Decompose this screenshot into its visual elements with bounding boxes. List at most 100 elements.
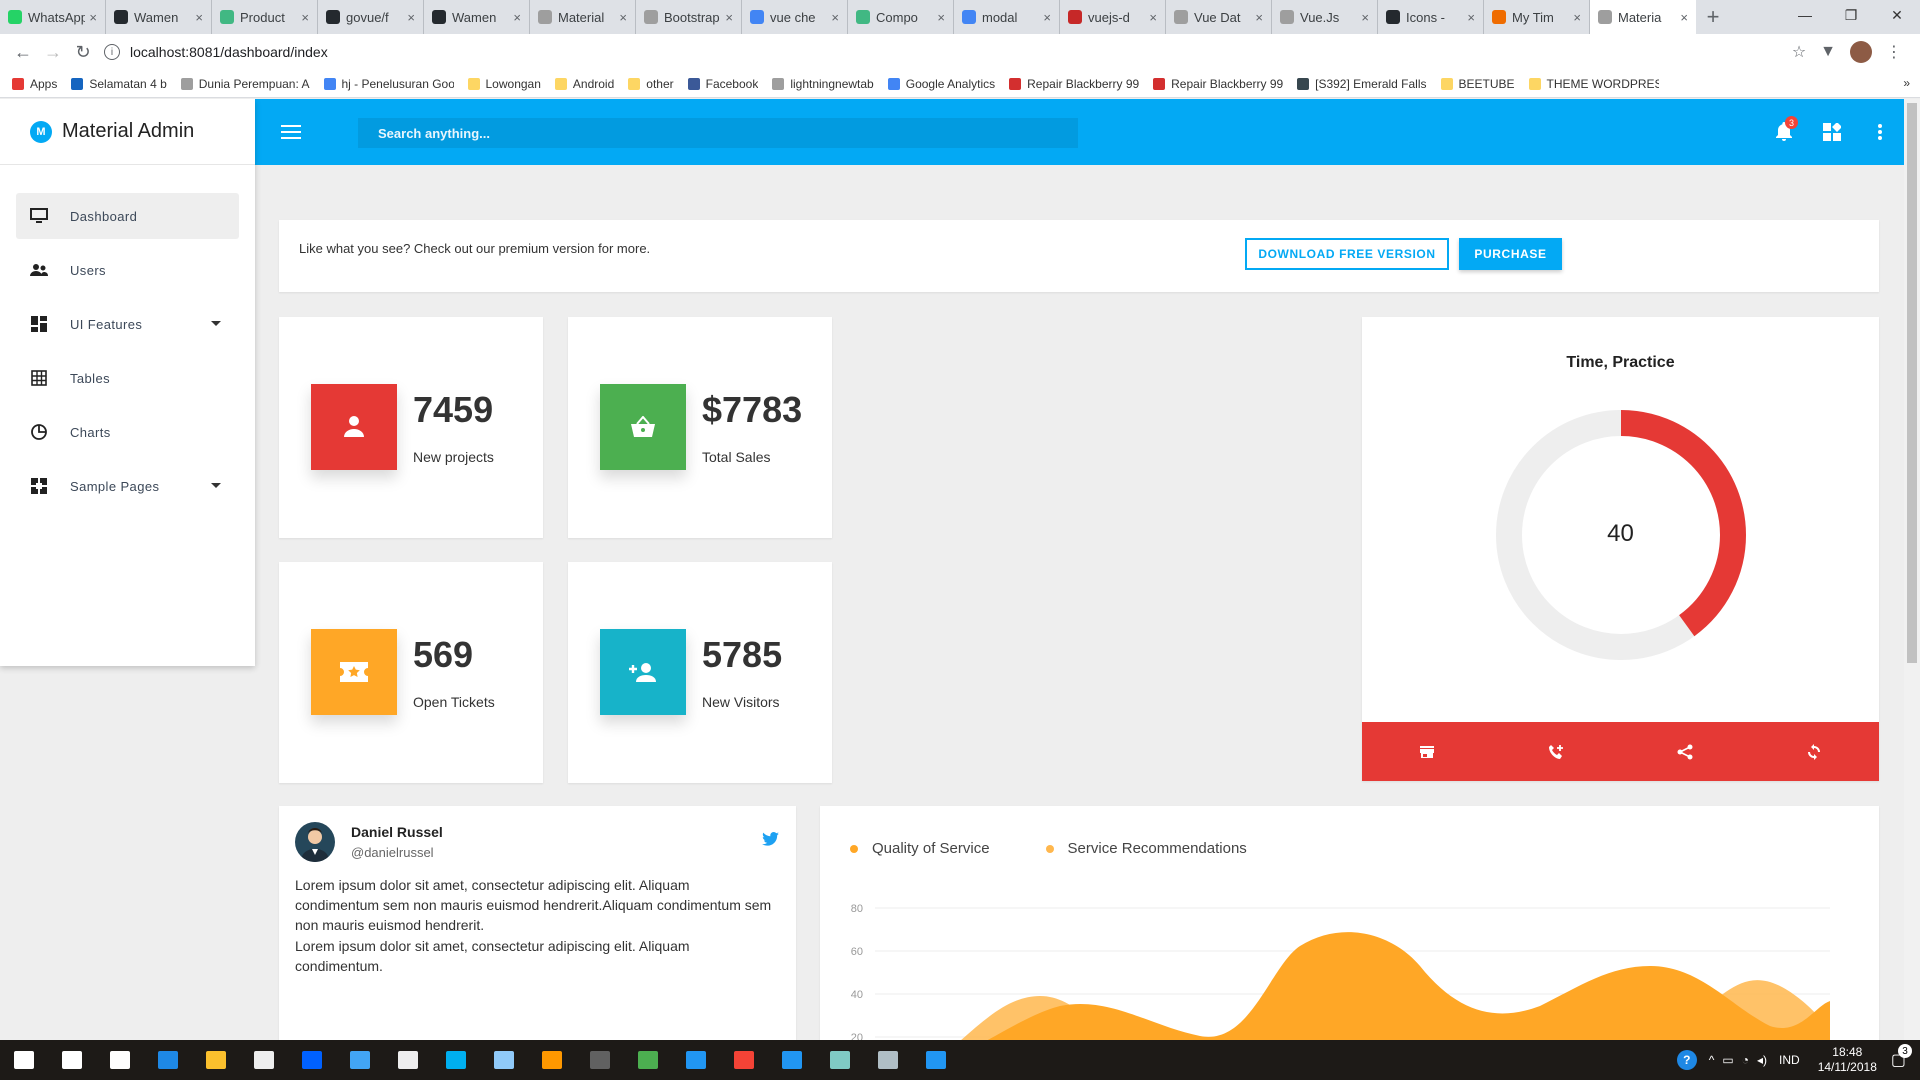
info-icon[interactable]: i — [104, 44, 120, 60]
app-icon[interactable] — [816, 1040, 864, 1080]
browser-tab[interactable]: WhatsApp × — [0, 0, 106, 34]
store-icon[interactable] — [1362, 722, 1491, 781]
bookmark-item[interactable]: Google Analytics — [887, 77, 995, 91]
tab-close-icon[interactable]: × — [301, 10, 309, 25]
clock[interactable]: 18:48 14/11/2018 — [1818, 1045, 1877, 1075]
tab-close-icon[interactable]: × — [831, 10, 839, 25]
apps-button[interactable] — [1808, 108, 1856, 156]
bookmark-item[interactable]: lightningnewtab — [772, 77, 874, 91]
browser-tab[interactable]: Vue.Js × — [1272, 0, 1378, 34]
browser-tab[interactable]: Compo × — [848, 0, 954, 34]
extension-icon[interactable]: ▼ — [1820, 43, 1836, 61]
browser-tab[interactable]: Vue Dat × — [1166, 0, 1272, 34]
tab-close-icon[interactable]: × — [1467, 10, 1475, 25]
battery-icon[interactable]: ▭ — [1722, 1053, 1733, 1067]
sidebar-item-link[interactable]: Tables — [16, 355, 239, 401]
edge-icon[interactable] — [144, 1040, 192, 1080]
browser-tab[interactable]: Wamen × — [424, 0, 530, 34]
browser-tab[interactable]: Product × — [212, 0, 318, 34]
terminal-icon[interactable] — [576, 1040, 624, 1080]
help-icon[interactable]: ? — [1676, 1050, 1697, 1070]
star-icon[interactable]: ☆ — [1792, 42, 1806, 62]
tab-close-icon[interactable]: × — [1255, 10, 1263, 25]
twitter-icon[interactable] — [762, 832, 779, 846]
store-icon[interactable] — [240, 1040, 288, 1080]
add-call-icon[interactable] — [1491, 722, 1620, 781]
url-field[interactable]: i localhost:8081/dashboard/index — [104, 38, 1792, 66]
ie-icon[interactable] — [672, 1040, 720, 1080]
bookmark-item[interactable]: THEME WORDPRESS — [1528, 77, 1659, 91]
dropbox-icon[interactable] — [288, 1040, 336, 1080]
browser-tab[interactable]: Icons - × — [1378, 0, 1484, 34]
new-tab-button[interactable]: + — [1696, 0, 1730, 34]
sync-icon[interactable] — [1750, 722, 1879, 781]
tray-expand-icon[interactable]: ^ — [1709, 1053, 1715, 1067]
tab-close-icon[interactable]: × — [407, 10, 415, 25]
back-icon[interactable]: ← — [8, 37, 38, 67]
chrome-icon[interactable] — [720, 1040, 768, 1080]
browser-tab[interactable]: Bootstrap × — [636, 0, 742, 34]
bookmark-item[interactable]: [S392] Emerald Falls — [1297, 77, 1427, 91]
bookmark-item[interactable]: Lowongan — [467, 77, 541, 91]
profile-avatar[interactable] — [1850, 41, 1872, 63]
file-explorer-icon[interactable] — [192, 1040, 240, 1080]
bookmark-item[interactable]: Android — [554, 77, 614, 91]
hamburger-menu-icon[interactable] — [281, 121, 301, 143]
minimize-icon[interactable]: — — [1782, 0, 1828, 30]
bookmark-item[interactable]: Selamatan 4 b — [71, 77, 167, 91]
share-icon[interactable] — [1621, 722, 1750, 781]
legend-item[interactable]: Quality of Service — [850, 840, 990, 857]
tab-close-icon[interactable]: × — [619, 10, 627, 25]
notifications-button[interactable]: 3 — [1760, 108, 1808, 156]
download-free-button[interactable]: DOWNLOAD FREE VERSION — [1245, 238, 1449, 270]
app-icon[interactable] — [336, 1040, 384, 1080]
browser-tab[interactable]: modal × — [954, 0, 1060, 34]
sidebar-item-link[interactable]: Charts — [16, 409, 239, 455]
legend-item[interactable]: Service Recommendations — [1045, 840, 1247, 857]
bookmark-item[interactable]: BEETUBE — [1440, 77, 1515, 91]
tab-close-icon[interactable]: × — [195, 10, 203, 25]
bookmarks-more[interactable]: » — [1903, 76, 1910, 90]
search-input[interactable] — [358, 118, 1078, 148]
mail-icon[interactable] — [384, 1040, 432, 1080]
browser-tab[interactable]: Wamen × — [106, 0, 212, 34]
menu-dots-icon[interactable]: ⋮ — [1886, 42, 1902, 62]
bookmark-item[interactable]: Repair Blackberry 99 — [1009, 77, 1139, 91]
app-icon[interactable] — [480, 1040, 528, 1080]
bookmark-item[interactable]: Apps — [12, 77, 57, 91]
browser-tab[interactable]: Material × — [530, 0, 636, 34]
brand[interactable]: M Material Admin — [0, 99, 255, 165]
tab-close-icon[interactable]: × — [513, 10, 521, 25]
sidebar-item-link[interactable]: UI Features — [16, 301, 239, 347]
sidebar-item-link[interactable]: Users — [16, 247, 239, 293]
sidebar-item-link[interactable]: Sample Pages — [16, 463, 239, 509]
browser-tab[interactable]: govue/f × — [318, 0, 424, 34]
page-scrollbar[interactable] — [1904, 99, 1920, 1040]
sublime-icon[interactable] — [528, 1040, 576, 1080]
purchase-button[interactable]: PURCHASE — [1459, 238, 1562, 270]
volume-icon[interactable]: ◂) — [1757, 1053, 1767, 1067]
action-center-icon[interactable]: ▢ 3 — [1891, 1044, 1912, 1070]
bookmark-item[interactable]: other — [628, 77, 674, 91]
tab-close-icon[interactable]: × — [1573, 10, 1581, 25]
browser-tab[interactable]: vue che × — [742, 0, 848, 34]
tab-close-icon[interactable]: × — [1149, 10, 1157, 25]
vscode-icon[interactable] — [912, 1040, 960, 1080]
tab-close-icon[interactable]: × — [937, 10, 945, 25]
tab-close-icon[interactable]: × — [1043, 10, 1051, 25]
forward-icon[interactable]: → — [38, 37, 68, 67]
sidebar-item-dashboard[interactable]: Dashboard — [16, 193, 239, 239]
scrollbar-thumb[interactable] — [1907, 103, 1917, 663]
browser-tab[interactable]: My Tim × — [1484, 0, 1590, 34]
more-menu-button[interactable] — [1856, 108, 1904, 156]
search-icon[interactable] — [48, 1040, 96, 1080]
restore-icon[interactable]: ❐ — [1828, 0, 1874, 30]
wifi-icon[interactable]: ◔ — [1742, 1053, 1749, 1067]
app-icon[interactable] — [624, 1040, 672, 1080]
browser-tab[interactable]: vuejs-d × — [1060, 0, 1166, 34]
maps-icon[interactable] — [768, 1040, 816, 1080]
browser-tab-active[interactable]: Materia × — [1590, 0, 1696, 34]
tab-close-icon[interactable]: × — [89, 10, 97, 25]
bookmark-item[interactable]: Dunia Perempuan: A — [180, 77, 310, 91]
tab-close-icon[interactable]: × — [725, 10, 733, 25]
